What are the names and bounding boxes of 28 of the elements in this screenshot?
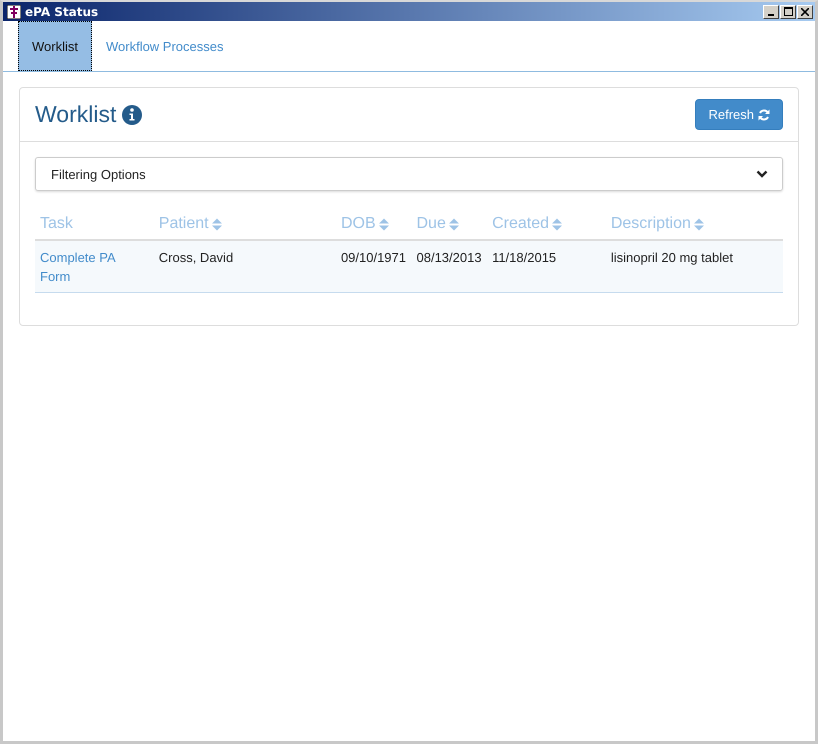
minimize-button[interactable] <box>763 4 779 18</box>
table-cell: lisinopril 20 mg tablet <box>610 250 733 265</box>
table-cell: 09/10/1971 <box>340 250 406 265</box>
column-header[interactable]: Created <box>492 215 549 233</box>
panel-title: Worklist <box>35 101 116 128</box>
info-icon[interactable] <box>122 104 142 124</box>
column-header[interactable]: Task <box>40 215 73 233</box>
table-cell: Cross, David <box>158 250 234 265</box>
tab[interactable]: Worklist <box>18 21 92 71</box>
table-cell: 08/13/2013 <box>416 250 482 265</box>
minimize-icon <box>768 14 774 16</box>
refresh-button[interactable]: Refresh <box>695 99 783 130</box>
close-button[interactable] <box>797 4 813 18</box>
filter-label: Filtering Options <box>51 166 146 182</box>
column-header[interactable]: Description <box>610 215 691 233</box>
column-header[interactable]: Due <box>416 215 446 233</box>
tab[interactable]: Workflow Processes <box>92 21 238 71</box>
filter-panel[interactable]: Filtering Options <box>35 157 783 191</box>
window-title: ePA Status <box>25 4 100 18</box>
column-header[interactable]: DOB <box>340 215 376 233</box>
refresh-icon <box>758 108 770 120</box>
app-icon <box>7 4 21 18</box>
maximize-icon <box>784 7 792 16</box>
chevron-icon[interactable] <box>756 170 768 178</box>
close-icon <box>801 8 809 16</box>
column-header[interactable]: Patient <box>158 215 209 233</box>
maximize-button[interactable] <box>780 4 796 18</box>
table-cell: 11/18/2015 <box>492 250 556 265</box>
